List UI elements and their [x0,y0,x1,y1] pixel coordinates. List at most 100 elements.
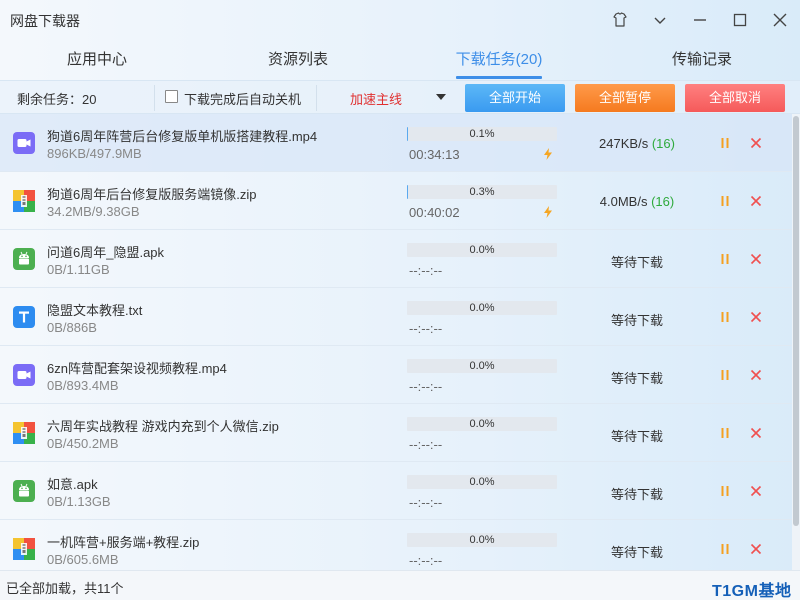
start-all-button[interactable]: 全部开始 [465,84,565,112]
zip-file-icon [13,538,35,560]
speed-value: 4.0MB/s [599,194,648,209]
toolbar-divider [316,85,317,111]
main-tabs: 应用中心 资源列表 下载任务(20) 传输记录 [0,40,800,80]
progress-bar: 0.0% [407,359,557,373]
text-file-icon [13,306,35,328]
pause-icon[interactable] [718,310,732,324]
pause-icon[interactable] [718,368,732,382]
time-remaining: --:--:-- [409,553,443,568]
task-row[interactable]: 隐盟文本教程.txt 0B/886B 0.0% --:--:-- 等待下载 [0,288,792,346]
task-status: 等待下载 [610,429,663,444]
progress-percent: 0.1% [469,128,495,140]
progress-percent: 0.0% [469,534,495,546]
cancel-icon[interactable] [749,542,763,556]
progress-percent: 0.0% [469,244,495,256]
file-name: 如意.apk [47,477,98,492]
auto-shutdown-checkbox[interactable] [165,90,178,103]
progress-percent: 0.0% [469,302,495,314]
task-status: 等待下载 [610,487,663,502]
menu-chevron-icon[interactable] [648,8,672,32]
cancel-icon[interactable] [749,484,763,498]
status-bar: 已全部加载，共11个 T1GM基地 [0,570,800,600]
time-remaining: 00:34:13 [409,147,460,162]
scrollbar-thumb[interactable] [793,116,799,526]
file-size: 896KB/497.9MB [47,146,142,161]
task-row[interactable]: 狗道6周年阵营后台修复版单机版搭建教程.mp4 896KB/497.9MB 0.1%… [0,114,792,172]
app-title: 网盘下载器 [10,13,80,29]
task-row[interactable]: 六周年实战教程 游戏内充到个人微信.zip 0B/450.2MB 0.0% --:--… [0,404,792,462]
time-remaining: --:--:-- [409,379,443,394]
toolbar: 剩余任务：20 下载完成后自动关机 加速主线 全部开始 全部暂停 全部取消 [0,80,800,114]
time-remaining: --:--:-- [409,263,443,278]
connection-count: (16) [651,194,675,209]
progress-percent: 0.0% [469,418,495,430]
progress-bar: 0.0% [407,417,557,431]
download-task-list: 狗道6周年阵营后台修复版单机版搭建教程.mp4 896KB/497.9MB 0.1%… [0,114,792,570]
time-remaining: 00:40:02 [409,205,460,220]
pause-icon[interactable] [718,136,732,150]
file-name: 狗道6周年阵营后台修复版单机版搭建教程.mp4 [47,129,318,144]
tab-resource-list[interactable]: 资源列表 [248,40,348,80]
close-icon[interactable] [768,8,792,32]
file-name: 六周年实战教程 游戏内充到个人微信.zip [47,419,279,434]
cancel-icon[interactable] [749,252,763,266]
load-status-text: 已全部加载，共11个 [6,581,124,596]
task-row[interactable]: 如意.apk 0B/1.13GB 0.0% --:--:-- 等待下载 [0,462,792,520]
auto-shutdown-label[interactable]: 下载完成后自动关机 [184,89,301,108]
pause-icon[interactable] [718,426,732,440]
boost-lightning-icon [544,206,552,218]
task-row[interactable]: 问道6周年_隐盟.apk 0B/1.11GB 0.0% --:--:-- 等待下载 [0,230,792,288]
file-size: 0B/605.6MB [47,552,119,567]
file-name: 隐盟文本教程.txt [47,303,143,318]
progress-bar: 0.0% [407,301,557,315]
active-tab-indicator [456,76,542,79]
progress-percent: 0.3% [469,186,495,198]
task-row[interactable]: 狗道6周年后台修复版服务端镜像.zip 34.2MB/9.38GB 0.3% 00:4… [0,172,792,230]
progress-bar: 0.1% [407,127,557,141]
tab-download-tasks[interactable]: 下载任务(20) [440,40,558,80]
cancel-icon[interactable] [749,310,763,324]
cancel-icon[interactable] [749,368,763,382]
task-status: 等待下载 [610,545,663,560]
tab-transfer-history[interactable]: 传输记录 [652,40,752,80]
task-status: 等待下载 [610,255,663,270]
scrollbar[interactable] [792,114,800,570]
pause-all-button[interactable]: 全部暂停 [575,84,675,112]
watermark-logo: T1GM基地 [712,583,792,600]
file-size: 0B/450.2MB [47,436,119,451]
apk-file-icon [13,480,35,502]
file-name: 一机阵营+服务端+教程.zip [47,535,200,550]
cancel-icon[interactable] [749,426,763,440]
file-name: 6zn阵营配套架设视频教程.mp4 [47,361,227,376]
connection-count: (16) [651,136,675,151]
task-row[interactable]: 6zn阵营配套架设视频教程.mp4 0B/893.4MB 0.0% --:--:-- 等… [0,346,792,404]
cancel-icon[interactable] [749,136,763,150]
time-remaining: --:--:-- [409,437,443,452]
minimize-icon[interactable] [688,8,712,32]
toolbar-divider [154,85,155,111]
route-select[interactable]: 加速主线 [350,89,402,108]
speed-value: 247KB/s [599,136,649,151]
download-speed: 247KB/s (16) [587,136,687,151]
remaining-tasks-count: 剩余任务：20 [17,92,97,107]
pause-icon[interactable] [718,484,732,498]
pause-icon[interactable] [718,194,732,208]
task-status: 等待下载 [610,313,663,328]
cancel-icon[interactable] [749,194,763,208]
maximize-icon[interactable] [728,8,752,32]
pause-icon[interactable] [718,252,732,266]
tab-app-center[interactable]: 应用中心 [47,40,147,80]
apk-file-icon [13,248,35,270]
zip-file-icon [13,190,35,212]
skin-icon[interactable] [608,8,632,32]
progress-bar: 0.0% [407,475,557,489]
progress-bar: 0.3% [407,185,557,199]
progress-percent: 0.0% [469,360,495,372]
pause-icon[interactable] [718,542,732,556]
cancel-all-button[interactable]: 全部取消 [685,84,785,112]
task-row[interactable]: 一机阵营+服务端+教程.zip 0B/605.6MB 0.0% --:--:-- 等待下… [0,520,792,570]
chevron-down-icon[interactable] [436,94,446,100]
time-remaining: --:--:-- [409,495,443,510]
file-name: 问道6周年_隐盟.apk [47,245,165,260]
progress-percent: 0.0% [469,476,495,488]
